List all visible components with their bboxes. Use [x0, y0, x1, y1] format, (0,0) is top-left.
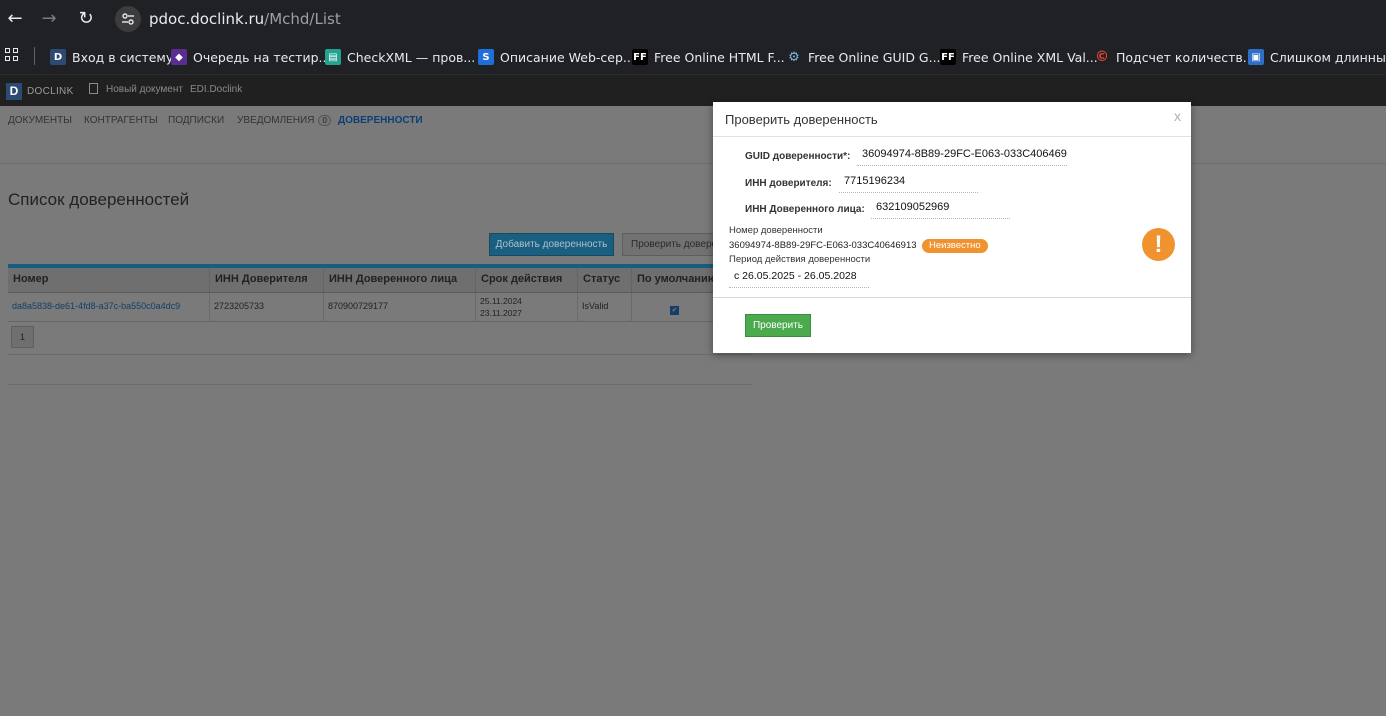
cell-status: IsValid	[578, 293, 632, 321]
page-title: Список доверенностей	[8, 190, 190, 209]
poa-number-value: 36094974-8B89-29FC-E063-033C40646913	[729, 240, 917, 251]
ff-favicon-icon: FF	[940, 49, 956, 65]
pager-page-button[interactable]: 1	[11, 326, 34, 348]
window-favicon-icon: ▣	[1248, 49, 1264, 65]
bookmark-item[interactable]: FF Free Online XML Val...	[940, 47, 1098, 67]
bookmark-item[interactable]: ▣Слишком длинные...	[1248, 47, 1386, 67]
inn-trustee-label: ИНН Доверенного лица:	[745, 204, 865, 215]
cell-inn-principal: 2723205733	[210, 293, 324, 321]
check-poa-button[interactable]: Проверить доверенность	[622, 233, 722, 256]
gear-favicon-icon: ⚙	[788, 49, 800, 65]
logo-text[interactable]: DOCLINK	[27, 86, 74, 97]
cell-default: ✔	[632, 293, 713, 321]
column-header[interactable]: Статус	[578, 268, 632, 292]
valid-to: 23.11.2027	[480, 308, 522, 318]
document-icon	[89, 83, 98, 94]
url-path: /Mchd/List	[264, 10, 341, 28]
valid-from: 25.11.2024	[480, 296, 522, 306]
webservice-favicon-icon: S	[478, 49, 494, 65]
site-info-icon[interactable]	[115, 6, 141, 32]
browser-toolbar: ← → ↻ pdoc.doclink.ru/Mchd/List	[0, 0, 1386, 38]
menu-counterparties[interactable]: КОНТРАГЕНТЫ	[84, 115, 158, 126]
inn-principal-input[interactable]: 7715196234	[839, 175, 978, 193]
bookmark-item[interactable]: © Подсчет количеств...	[1094, 47, 1255, 67]
column-header[interactable]: ИНН Доверенного лица	[324, 268, 476, 292]
cell-validity: 25.11.2024 23.11.2027	[476, 293, 578, 321]
menu-notifications[interactable]: УВЕДОМЛЕНИЯ 0	[237, 115, 331, 126]
back-arrow-icon[interactable]: ←	[3, 7, 27, 31]
guid-input[interactable]: 36094974-8B89-29FC-E063-033C40646913	[857, 148, 1067, 166]
forward-arrow-icon[interactable]: →	[37, 7, 61, 31]
verify-button[interactable]: Проверить	[745, 314, 811, 337]
bookmark-item[interactable]: D Вход в систему	[50, 47, 173, 67]
ff-favicon-icon: FF	[632, 49, 648, 65]
inn-principal-label: ИНН доверителя:	[745, 178, 832, 189]
column-header[interactable]: Номер	[8, 268, 210, 292]
default-checkbox[interactable]: ✔	[670, 306, 679, 315]
bookmarks-bar: D Вход в систему ◆ Очередь на тестир... ▤ C…	[0, 38, 1386, 75]
close-icon[interactable]: x	[1174, 108, 1181, 124]
column-header[interactable]: ИНН Доверителя	[210, 268, 324, 292]
menu-poa[interactable]: ДОВЕРЕННОСТИ	[338, 115, 423, 126]
divider	[8, 384, 752, 385]
modal-header: Проверить доверенность x	[713, 102, 1191, 137]
table-header: Номер ИНН Доверителя ИНН Доверенного лиц…	[8, 268, 713, 293]
menu-documents[interactable]: ДОКУМЕНТЫ	[8, 115, 72, 126]
poa-table: Номер ИНН Доверителя ИНН Доверенного лиц…	[8, 264, 713, 322]
cell-inn-trustee: 870900729177	[324, 293, 476, 321]
menu-signatures[interactable]: ПОДПИСКИ	[168, 115, 224, 126]
visual-studio-favicon-icon: ◆	[171, 49, 187, 65]
doclink-logo-icon[interactable]: D	[6, 83, 22, 100]
reload-icon[interactable]: ↻	[74, 7, 98, 31]
check-poa-modal: Проверить доверенность x GUID довереннос…	[713, 102, 1191, 353]
add-poa-button[interactable]: Добавить доверенность	[489, 233, 614, 256]
notifications-count-badge: 0	[318, 115, 331, 126]
bookmark-item[interactable]: S Описание Web-сер...	[478, 47, 635, 67]
period-label: Период действия доверенности	[729, 254, 871, 265]
new-document-link[interactable]: Новый документ	[106, 84, 183, 95]
doclink-favicon-icon: D	[50, 49, 66, 65]
bookmarks-separator	[34, 47, 35, 65]
checkxml-favicon-icon: ▤	[325, 49, 341, 65]
url-domain: pdoc.doclink.ru	[149, 10, 265, 28]
column-header[interactable]: По умолчанию	[632, 268, 713, 292]
address-bar[interactable]: pdoc.doclink.ru/Mchd/List	[149, 10, 341, 28]
inn-trustee-input[interactable]: 632109052969	[871, 201, 1010, 219]
poa-number-link[interactable]: da8a5838-de61-4fd8-a37c-ba550c0a4dc9	[8, 293, 210, 321]
table-row: da8a5838-de61-4fd8-a37c-ba550c0a4dc9 272…	[8, 293, 713, 322]
menu-notifications-label: УВЕДОМЛЕНИЯ	[237, 115, 315, 126]
apps-grid-icon[interactable]	[5, 48, 19, 62]
divider	[8, 354, 752, 355]
status-badge: Неизвестно	[922, 239, 988, 253]
bookmark-item[interactable]: ▤ CheckXML — пров...	[325, 47, 475, 67]
bookmark-item[interactable]: ⚙ Free Online GUID G...	[786, 47, 940, 67]
guid-label: GUID доверенности*:	[745, 151, 851, 162]
edi-doclink-link[interactable]: EDI.Doclink	[190, 84, 242, 95]
modal-title: Проверить доверенность	[725, 112, 878, 127]
bookmark-item[interactable]: FF Free Online HTML F...	[632, 47, 785, 67]
bookmark-item[interactable]: ◆ Очередь на тестир...	[171, 47, 330, 67]
poa-number-label: Номер доверенности	[729, 225, 823, 236]
copyright-favicon-icon: ©	[1095, 49, 1109, 65]
warning-icon: !	[1142, 228, 1175, 261]
column-header[interactable]: Срок действия	[476, 268, 578, 292]
modal-footer-divider	[713, 297, 1191, 298]
period-value: с 26.05.2025 - 26.05.2028	[729, 270, 869, 288]
